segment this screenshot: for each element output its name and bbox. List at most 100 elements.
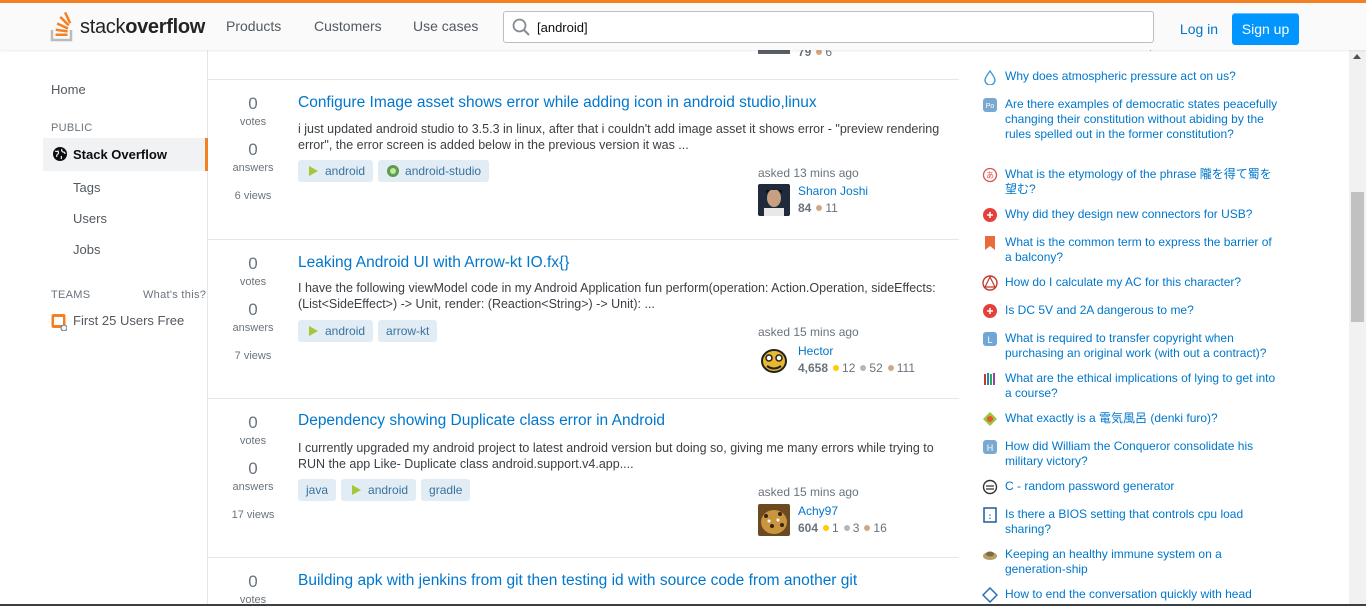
hot-question-link[interactable]: How do I calculate my AC for this charac… [1005,275,1280,290]
law-site-icon: L [983,332,997,346]
silver-badge-icon [860,365,867,372]
asked-time: asked 15 mins ago [758,325,859,339]
japanese-site-icon: あ [982,167,998,183]
svg-text:あ: あ [986,171,994,180]
gold-badge-icon [823,525,830,532]
svg-text:H: H [987,443,994,453]
asked-time: asked 13 mins ago [758,166,859,180]
question-title-link[interactable]: Dependency showing Duplicate class error… [298,412,665,430]
whats-this-link[interactable]: What's this? [143,289,206,301]
question-title-link[interactable]: Building apk with jenkins from git then … [298,572,857,590]
user-reputation: 604 1 3 16 [798,521,887,535]
question-excerpt: I have the following viewModel code in m… [298,281,936,311]
question-excerpt: i just updated android studio to 3.5.3 i… [298,122,940,152]
avatar[interactable] [758,344,790,376]
user-name-link[interactable]: Achy97 [798,504,838,518]
top-bar: stackoverflow Products Customers Use cas… [0,0,1366,50]
hot-question-link[interactable]: Is DC 5V and 2A dangerous to me? [1005,303,1280,318]
android-studio-tag-icon [387,165,400,177]
hot-question-link[interactable]: What are the ethical implications of lyi… [1005,371,1280,401]
view-count: 7 views [234,350,272,362]
vote-label: votes [239,435,267,447]
tag-list: java android gradle [298,479,471,501]
view-count: 6 views [234,190,272,202]
stackoverflow-logo[interactable]: stackoverflow [50,11,205,43]
user-card: Hector 4,658 12 52 111 [758,344,958,378]
svg-text:Po: Po [986,103,995,110]
user-card: Achy97 604 1 3 16 [758,504,958,538]
avatar[interactable] [758,504,790,536]
tag-android[interactable]: android [341,479,417,501]
question-stats: 0 votes [208,572,298,606]
electronics-site-icon [983,208,997,222]
search-input[interactable] [537,12,1137,42]
signup-button[interactable]: Sign up [1232,13,1299,45]
tag-java[interactable]: java [298,479,337,501]
scroll-thumb[interactable] [1351,192,1364,322]
stackoverflow-logo-icon [50,12,73,42]
android-tag-icon [309,326,318,336]
question-title-link[interactable]: Configure Image asset shows error while … [298,94,817,112]
scrollbar[interactable] [1349,50,1366,606]
android-tag-icon [309,166,318,176]
sidebar-item-stack-overflow[interactable]: Stack Overflow [43,138,208,171]
search-icon [512,18,530,36]
sidebar-item-jobs[interactable]: Jobs [73,242,100,257]
question-partial-top: 79 6 [208,44,959,80]
interpersonal-site-icon [982,587,998,603]
login-button[interactable]: Log in [1170,13,1228,45]
nav-use-cases[interactable]: Use cases [413,18,478,34]
question-title-link[interactable]: Leaking Android UI with Arrow-kt IO.fx{} [298,254,569,272]
question-summary: 0 votes Building apk with jenkins from g… [208,558,959,606]
answer-count: 0 [248,300,258,319]
user-name-link[interactable]: Hector [798,344,833,358]
svg-text::: : [987,512,992,522]
vote-count: 0 [248,572,258,591]
vote-label: votes [239,116,267,128]
question-summary: 0 votes 0 answers 6 views Configure Imag… [208,80,959,240]
hot-question-link[interactable]: What is the common term to express the b… [1005,235,1280,265]
tag-android[interactable]: android [298,160,374,182]
hot-question-link[interactable]: How did William the Conqueror consolidat… [1005,439,1280,469]
superuser-site-icon: : [983,507,997,523]
svg-text:L: L [987,335,992,345]
answer-count: 0 [248,140,258,159]
hot-question-link[interactable]: Why does atmospheric pressure act on us? [1005,69,1280,84]
history-site-icon: H [983,440,997,454]
tag-gradle[interactable]: gradle [421,479,471,501]
question-stats: 0 votes 0 answers 6 views [208,94,298,202]
hot-question-link[interactable]: C - random password generator [1005,479,1280,494]
sidebar-item-label: Stack Overflow [73,147,167,162]
sidebar-item-teams[interactable]: First 25 Users Free [51,313,211,333]
hot-question-link[interactable]: What exactly is a 電気風呂 (denki furo)? [1005,411,1280,426]
sidebar-item-tags[interactable]: Tags [73,180,100,195]
scroll-up-arrow[interactable] [1353,54,1361,59]
sidebar-item-label: First 25 Users Free [73,313,185,328]
bronze-badge-icon [887,365,894,372]
bronze-badge-icon [864,525,871,532]
tag-android-studio[interactable]: android-studio [378,160,490,182]
search-box[interactable] [503,11,1154,43]
sidebar-item-home[interactable]: Home [51,82,86,97]
answer-count: 0 [248,459,258,478]
sidebar-item-users[interactable]: Users [73,211,107,226]
sidebar-heading-teams: TEAMS [51,289,91,301]
briefcase-icon [51,314,67,331]
tag-list: android arrow-kt [298,320,438,342]
nav-customers[interactable]: Customers [314,18,382,34]
tag-android[interactable]: android [298,320,374,342]
hot-question-link[interactable]: Is there a BIOS setting that controls cp… [1005,507,1280,537]
hot-question-link[interactable]: Why did they design new connectors for U… [1005,207,1280,222]
japanese-language-site-icon [983,412,997,426]
user-name-link[interactable]: Sharon Joshi [798,184,868,198]
hot-question-link[interactable]: Keeping an healthy immune system on a ge… [1005,547,1280,577]
hot-question-link[interactable]: Are there examples of democratic states … [1005,97,1280,142]
avatar[interactable] [758,184,790,216]
hot-question-link[interactable]: What is required to transfer copyright w… [1005,331,1280,361]
hot-question-link[interactable]: How to end the conversation quickly with… [1005,587,1280,602]
user-reputation: 4,658 12 52 111 [798,361,915,375]
tag-arrow-kt[interactable]: arrow-kt [378,320,438,342]
nav-products[interactable]: Products [226,18,281,34]
user-card: Sharon Joshi 84 11 [758,184,958,218]
hot-question-link[interactable]: What is the etymology of the phrase 隴を得て… [1005,167,1280,197]
